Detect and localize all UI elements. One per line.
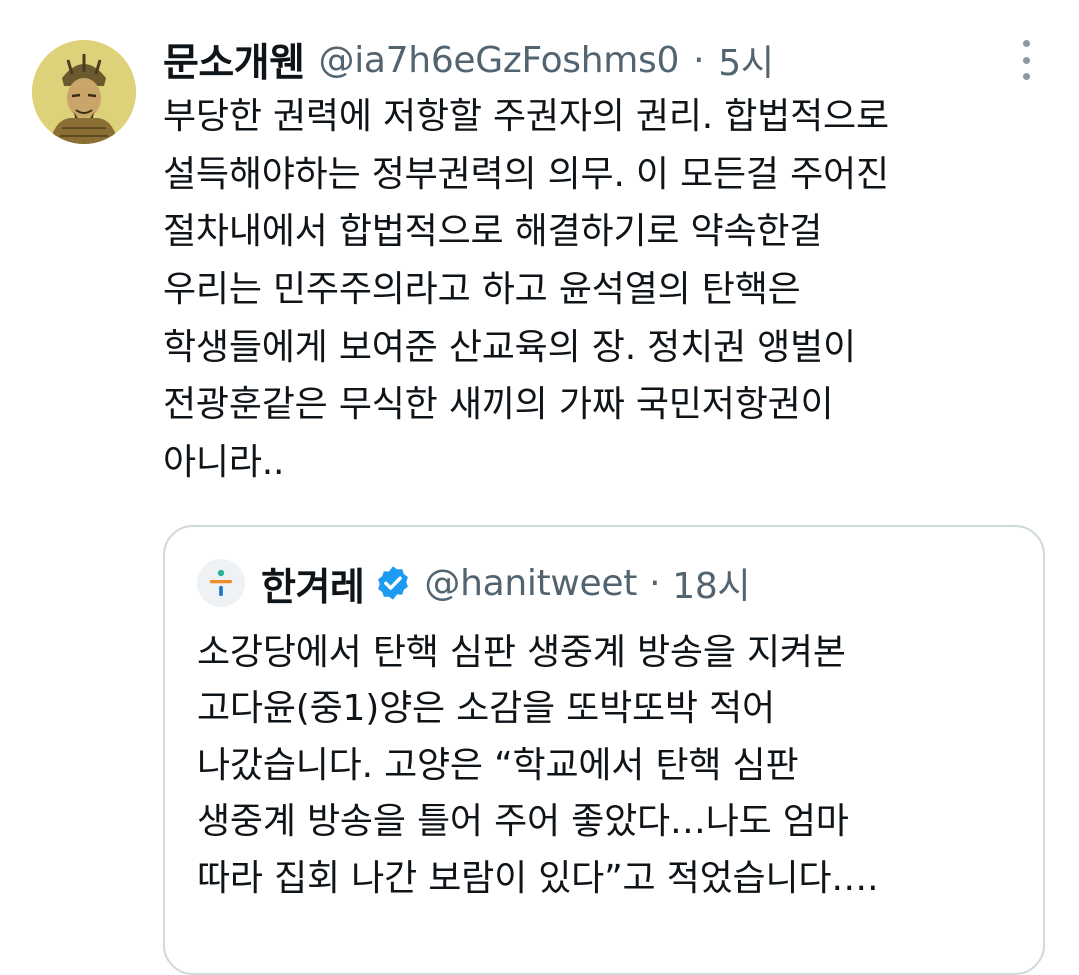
tweet-header: 문소개웬 @ia7h6eGzFoshms0 · 5시 <box>163 32 774 88</box>
more-options-icon[interactable] <box>1012 40 1040 80</box>
quoted-tweet-card[interactable]: 한겨레 @hanitweet · 18시 소강당에서 탄핵 심판 생중계 방송을… <box>163 525 1045 975</box>
tweet-text-line: 절차내에서 합법적으로 해결하기로 약속한걸 <box>163 211 823 253</box>
quoted-text-line: 따라 집회 나간 보람이 있다”고 적었습니다…. <box>197 857 879 899</box>
hankyoreh-logo-glyph <box>197 559 245 607</box>
author-avatar[interactable] <box>32 40 136 144</box>
tweet-body: 부당한 권력에 저항할 주권자의 권리. 합법적으로 설득해야하는 정부권력의 … <box>163 88 1043 492</box>
author-handle[interactable]: @ia7h6eGzFoshms0 <box>319 40 680 81</box>
tweet-timestamp[interactable]: 5시 <box>718 34 774 86</box>
hankyoreh-logo-icon[interactable] <box>197 559 245 607</box>
quoted-tweet-body: 소강당에서 탄핵 심판 생중계 방송을 지켜본 고다윤(중1)양은 소감을 또박… <box>197 625 1017 907</box>
tweet-text-line: 부당한 권력에 저항할 주권자의 권리. 합법적으로 <box>163 96 889 137</box>
portrait-icon <box>32 40 136 144</box>
quoted-text-line: 고다윤(중1)양은 소감을 또박또박 적어 <box>197 688 775 730</box>
quoted-author-name[interactable]: 한겨레 <box>261 556 365 611</box>
quoted-text-line: 나갔습니다. 고양은 “학교에서 탄핵 심판 <box>197 744 799 786</box>
tweet-text-line: 전광훈같은 무식한 새끼의 가짜 국민저항권이 <box>163 384 834 426</box>
quoted-timestamp[interactable]: 18시 <box>672 557 750 609</box>
more-dot <box>1022 56 1030 64</box>
tweet-text-line: 아니라.. <box>163 442 285 484</box>
tweet-text-line: 우리는 민주주의라고 하고 윤석열의 탄핵은 <box>163 269 801 311</box>
quoted-text-line: 소강당에서 탄핵 심판 생중계 방송을 지켜본 <box>197 632 846 673</box>
author-name[interactable]: 문소개웬 <box>163 32 305 88</box>
tweet-text-line: 학생들에게 보여준 산교육의 장. 정치권 앵벌이 <box>163 326 856 368</box>
quoted-author-handle[interactable]: @hanitweet <box>424 563 637 604</box>
quoted-text-line: 생중계 방송을 틀어 주어 좋았다…나도 엄마 <box>197 801 849 843</box>
tweet-text-line: 설득해야하는 정부권력의 의무. 이 모든걸 주어진 <box>163 153 889 195</box>
quoted-tweet-header: 한겨레 @hanitweet · 18시 <box>197 556 751 611</box>
meta-separator: · <box>693 39 705 81</box>
verified-badge-icon <box>374 564 412 602</box>
meta-separator: · <box>649 562 661 604</box>
more-dot <box>1022 40 1030 47</box>
more-dot <box>1022 73 1030 80</box>
